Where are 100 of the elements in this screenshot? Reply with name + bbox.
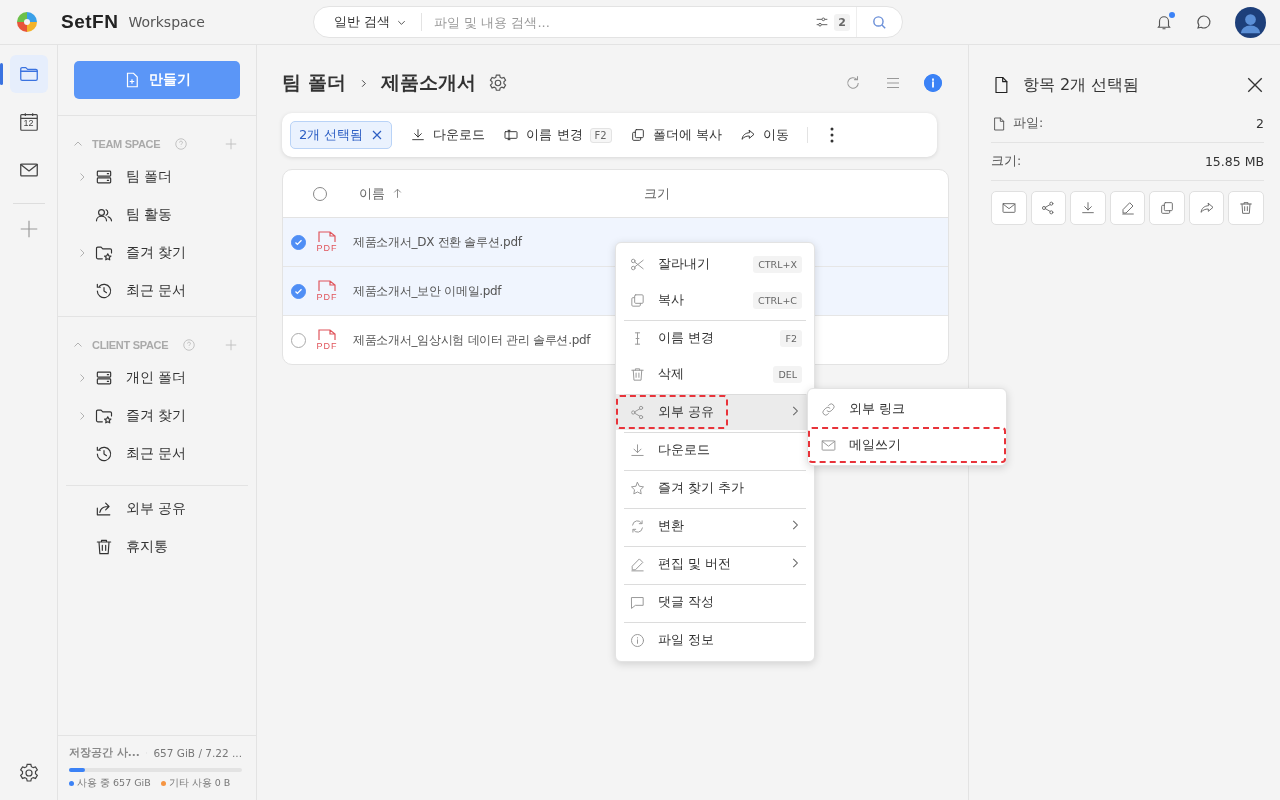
settings-icon[interactable] [487, 73, 508, 93]
menu-item[interactable]: 파일 정보 [616, 622, 814, 658]
menu-item[interactable]: 잘라내기 CTRL+X [616, 246, 814, 282]
menu-item-label: 즐겨 찾기 추가 [658, 479, 745, 497]
menu-item-label: 메일쓰기 [849, 436, 901, 454]
sidebar-item[interactable]: 최근 문서 [58, 435, 256, 473]
sidebar-item[interactable]: 외부 공유 [66, 490, 248, 528]
menu-item-label: 변환 [658, 517, 684, 535]
rail-calendar-button[interactable]: 12 [9, 103, 48, 141]
search-mode-dropdown[interactable]: 일반 검색 [313, 13, 423, 31]
rename-button[interactable]: 이름 변경 F2 [503, 126, 612, 144]
download-action-button[interactable] [1070, 191, 1106, 225]
download-button[interactable]: 다운로드 [410, 126, 486, 144]
share-action-button[interactable] [1030, 191, 1067, 225]
section-title: TEAM SPACE [92, 138, 161, 150]
file-name: 제품소개서_보안 이메일.pdf [353, 282, 502, 300]
checkmark-icon [294, 286, 303, 296]
menu-item-label: 파일 정보 [658, 631, 715, 649]
refresh-icon [629, 517, 646, 535]
bell-icon [1155, 13, 1173, 31]
file-type-label: PDF [316, 292, 338, 302]
forward-arrow-icon [739, 127, 756, 143]
pencil-action-button[interactable] [1109, 191, 1146, 225]
close-button[interactable] [1246, 76, 1264, 94]
info-icon[interactable] [924, 74, 942, 92]
menu-item-label: 편집 및 버전 [658, 555, 732, 573]
trash-action-button[interactable] [1228, 191, 1265, 225]
help-icon[interactable] [182, 338, 197, 352]
trash-icon [629, 365, 646, 383]
menu-item-label: 외부 공유 [658, 403, 715, 421]
search-field[interactable]: 파일 및 내용 검색... [422, 14, 809, 30]
detail-value: 2 [1256, 116, 1264, 131]
selection-chip[interactable]: 2개 선택됨 [290, 121, 393, 149]
trash-icon [1238, 200, 1255, 216]
storage-total: 657 GiB / 7.22 ... [153, 747, 242, 759]
avatar[interactable] [1235, 6, 1266, 38]
file-name: 제품소개서_임상시험 데이터 관리 솔루션.pdf [353, 331, 591, 349]
info-icon [629, 631, 646, 649]
copy-icon [629, 291, 646, 309]
breadcrumb-item[interactable]: 제품소개서 [380, 70, 476, 96]
move-action-button[interactable] [1188, 191, 1225, 225]
menu-item-label: 외부 링크 [849, 400, 906, 418]
file-type-label: PDF [316, 341, 338, 351]
menu-item[interactable]: 삭제 DEL [616, 356, 814, 392]
download-icon [410, 127, 427, 143]
search-icon [870, 13, 888, 31]
row-checkbox[interactable] [291, 332, 306, 348]
settings-icon[interactable] [17, 762, 40, 784]
help-icon[interactable] [174, 137, 189, 151]
copy-icon [1159, 200, 1176, 216]
filter-button[interactable]: 2 [808, 13, 856, 31]
sidebar-item[interactable]: 팀 폴더 [58, 158, 256, 196]
close-icon[interactable] [371, 129, 384, 141]
panel-title: 항목 2개 선택됨 [1023, 74, 1140, 96]
text-cursor-icon [503, 127, 520, 143]
sidebar-item[interactable]: 즐겨 찾기 [58, 397, 256, 435]
checkmark-icon [294, 237, 303, 247]
document-icon [991, 115, 1007, 132]
mail-action-button[interactable] [991, 191, 1027, 225]
menu-item-label: 삭제 [658, 365, 684, 383]
calendar-date: 12 [22, 118, 35, 128]
search-bar[interactable]: 일반 검색 파일 및 내용 검색... 2 [312, 6, 903, 38]
menu-item[interactable]: 편집 및 버전 [616, 546, 814, 582]
column-header[interactable]: 이름 [359, 184, 644, 203]
menu-item[interactable]: 댓글 작성 [616, 584, 814, 620]
row-checkbox[interactable] [291, 234, 306, 250]
copy-button[interactable]: 폴더에 복사 [629, 126, 722, 144]
sidebar-item[interactable]: 팀 활동 [58, 196, 256, 234]
column-header[interactable]: 크기 [644, 184, 670, 203]
calendar-icon [17, 111, 40, 133]
sidebar-item[interactable]: 개인 폴더 [58, 359, 256, 397]
storage-label: 저장공간 사... [69, 746, 140, 760]
sidebar-item[interactable]: 휴지통 [66, 528, 248, 566]
download-icon [629, 441, 646, 459]
breadcrumb-item[interactable]: 팀 폴더 [282, 70, 346, 96]
sidebar-item[interactable]: 즐겨 찾기 [58, 234, 256, 272]
copy-action-button[interactable] [1149, 191, 1185, 225]
detail-label: 크기: [991, 153, 1022, 170]
menu-item[interactable]: 이름 변경 F2 [616, 320, 814, 356]
menu-item[interactable]: 변환 [616, 508, 814, 544]
refresh-icon[interactable] [844, 74, 862, 92]
close-icon [1246, 76, 1264, 94]
history-icon [94, 281, 114, 301]
row-checkbox[interactable] [291, 283, 306, 299]
share-icon [629, 403, 646, 421]
document-icon [316, 231, 338, 243]
menu-item[interactable]: 메일쓰기 [808, 427, 1006, 463]
shortcut-label: F2 [780, 329, 802, 347]
move-button[interactable]: 이동 [739, 126, 789, 144]
legend-label: 사용 중 657 GiB [77, 777, 151, 790]
link-icon [820, 400, 837, 418]
forward-arrow-icon [1198, 200, 1215, 216]
product-name: Workspace [128, 14, 205, 30]
sort-up-icon [391, 187, 404, 200]
menu-item[interactable]: 즐겨 찾기 추가 [616, 470, 814, 506]
chat-button[interactable] [1195, 13, 1213, 31]
brand-name: SetFN [61, 11, 119, 33]
menu-item[interactable]: 복사 CTRL+C [616, 282, 814, 318]
notifications-button[interactable] [1155, 13, 1173, 31]
sidebar-item[interactable]: 최근 문서 [58, 272, 256, 310]
